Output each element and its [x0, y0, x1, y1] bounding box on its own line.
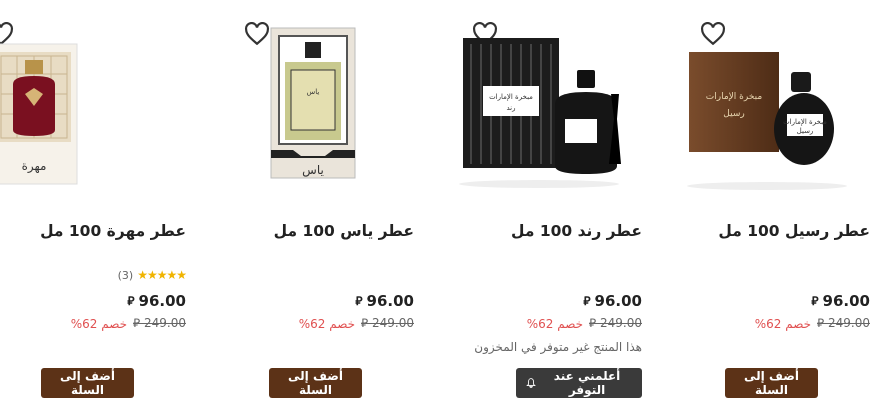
product-card: مبخرة الإمارات رند عطر رند 100 مل 96.00 … — [424, 0, 652, 408]
svg-text:مبخرة الإمارات: مبخرة الإمارات — [706, 92, 763, 102]
discount-badge: خصم 62% — [526, 316, 584, 331]
price: 96.00 ⃁ — [127, 292, 186, 310]
svg-text:مبخرة الإمارات: مبخرة الإمارات — [783, 118, 827, 126]
product-title[interactable]: عطر مهرة 100 مل — [0, 222, 186, 240]
discount-badge: خصم 62% — [754, 316, 812, 331]
product-card: ياس ياس عطر ياس 100 مل 96.00 ⃁ 249.00 ⃁ … — [196, 0, 424, 408]
price: 96.00 ⃁ — [355, 292, 414, 310]
product-title[interactable]: عطر رسيل 100 مل — [660, 222, 870, 240]
out-of-stock-note: هذا المنتج غير متوفر في المخزون — [474, 340, 642, 354]
product-image[interactable]: مبخرة الإمارات رسيل مبخرة الإمارات رسيل — [679, 24, 854, 194]
discount-row: 249.00 ⃁ خصم 62% — [299, 316, 414, 331]
notify-me-button[interactable]: أعلمني عند التوفر — [516, 368, 642, 398]
product-image[interactable]: ياس ياس — [223, 24, 398, 194]
product-image[interactable]: مبخرة الإمارات رند — [451, 24, 626, 194]
saudi-riyal-icon: ⃁ — [811, 293, 819, 308]
svg-text:مهرة: مهرة — [22, 159, 47, 174]
saudi-riyal-icon: ⃁ — [583, 293, 591, 308]
product-title[interactable]: عطر ياس 100 مل — [204, 222, 414, 240]
add-to-cart-button[interactable]: أضف إلى السلة — [725, 368, 818, 398]
discount-row: 249.00 ⃁ خصم 62% — [755, 316, 870, 331]
discount-row: 249.00 ⃁ خصم 62% — [71, 316, 186, 331]
svg-text:مبخرة الإمارات: مبخرة الإمارات — [489, 93, 533, 101]
discount-badge: خصم 62% — [70, 316, 128, 331]
svg-text:رسيل: رسيل — [723, 109, 744, 119]
product-grid: مبخرة الإمارات رسيل مبخرة الإمارات رسيل … — [0, 0, 881, 408]
price-value: 96.00 — [594, 292, 642, 310]
notify-label: أعلمني عند التوفر — [553, 369, 621, 397]
price-value: 96.00 — [138, 292, 186, 310]
discount-badge: خصم 62% — [298, 316, 356, 331]
add-to-cart-button[interactable]: أضف إلى السلة — [41, 368, 134, 398]
price: 96.00 ⃁ — [811, 292, 870, 310]
product-title[interactable]: عطر رند 100 مل — [432, 222, 642, 240]
star-rating-icons: ★★★★★ — [137, 268, 187, 282]
discount-row: 249.00 ⃁ خصم 62% — [527, 316, 642, 331]
bell-icon — [526, 378, 536, 388]
product-card: مهرة عطر مهرة 100 مل ★★★★★ (3) 96.00 ⃁ 2… — [0, 0, 196, 408]
old-price: 249.00 ⃁ — [133, 316, 186, 330]
add-to-cart-button[interactable]: أضف إلى السلة — [269, 368, 362, 398]
rating: ★★★★★ (3) — [117, 268, 187, 282]
old-price: 249.00 ⃁ — [589, 316, 642, 330]
rating-count: (3) — [117, 268, 134, 282]
old-price: 249.00 ⃁ — [817, 316, 870, 330]
svg-text:رند: رند — [506, 104, 515, 112]
price-value: 96.00 — [822, 292, 870, 310]
price: 96.00 ⃁ — [583, 292, 642, 310]
svg-text:رسيل: رسيل — [797, 127, 814, 135]
svg-text:ياس: ياس — [302, 163, 324, 178]
svg-text:ياس: ياس — [307, 88, 320, 96]
product-image[interactable]: مهرة — [0, 24, 126, 194]
product-card: مبخرة الإمارات رسيل مبخرة الإمارات رسيل … — [652, 0, 880, 408]
saudi-riyal-icon: ⃁ — [127, 293, 135, 308]
saudi-riyal-icon: ⃁ — [355, 293, 363, 308]
old-price: 249.00 ⃁ — [361, 316, 414, 330]
price-value: 96.00 — [366, 292, 414, 310]
